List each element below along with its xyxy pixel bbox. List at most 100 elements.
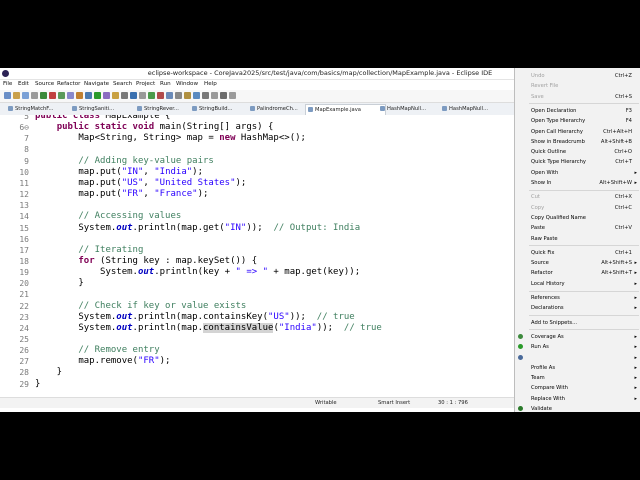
menu-item-local-history[interactable]: Local History ▸ <box>515 279 640 289</box>
menu-item-open-type-hierarchy[interactable]: Open Type Hierarchy F4 <box>515 116 640 126</box>
menu-window[interactable]: Window <box>176 81 198 87</box>
menu-source[interactable]: Source <box>35 81 54 87</box>
toolbar-icon[interactable] <box>13 92 20 99</box>
menu-item-add-to-snippets[interactable]: Add to Snippets... <box>515 318 640 328</box>
menu-item-shortcut: Alt+Shift+B <box>600 138 632 145</box>
code-line: 26 // Remove entry <box>0 345 514 356</box>
menu-item-paste[interactable]: Paste Ctrl+V <box>515 223 640 233</box>
menu-project[interactable]: Project <box>136 81 155 87</box>
menu-item-replace-with[interactable]: Replace With ▸ <box>515 394 640 404</box>
toolbar-icon[interactable] <box>22 92 29 99</box>
toolbar-icon[interactable] <box>202 92 209 99</box>
menu-item-shortcut: F3 <box>625 107 632 114</box>
menu-item-revert-file[interactable]: Revert File <box>515 81 640 91</box>
menu-item-raw-paste[interactable]: Raw Paste <box>515 234 640 244</box>
toolbar-icon[interactable] <box>40 92 47 99</box>
menu-item-show-in[interactable]: Show In Alt+Shift+W ▸ <box>515 178 640 188</box>
toolbar-icon[interactable] <box>76 92 83 99</box>
toolbar-icon[interactable] <box>229 92 236 99</box>
code-line: 11 map.put("US", "United States"); <box>0 178 514 189</box>
menu-item-copy[interactable]: Copy Ctrl+C <box>515 203 640 213</box>
editor-tab[interactable]: MapExample.java <box>305 104 386 115</box>
code-line: 6⊖ public static void main(String[] args… <box>0 122 514 133</box>
editor-tab[interactable]: PalindromeCh... <box>248 104 312 114</box>
toolbar-icon[interactable] <box>4 92 11 99</box>
menu-item-compare-with[interactable]: Compare With ▸ <box>515 383 640 393</box>
menu-item-open-with[interactable]: Open With ▸ <box>515 168 640 178</box>
line-number: 10 <box>19 167 29 177</box>
toolbar-icon[interactable] <box>112 92 119 99</box>
toolbar-icon[interactable] <box>211 92 218 99</box>
menu-item-save[interactable]: Save Ctrl+S <box>515 92 640 102</box>
code-line: 14 // Accessing values <box>0 211 514 222</box>
toolbar-icon[interactable] <box>121 92 128 99</box>
toolbar-icon[interactable] <box>31 92 38 99</box>
editor-tab[interactable]: HashMapNull... <box>378 104 447 114</box>
menu-item-quick-fix[interactable]: Quick Fix Ctrl+1 <box>515 248 640 258</box>
editor-tab[interactable]: HashMapNull... <box>440 104 509 114</box>
toolbar-icon[interactable] <box>130 92 137 99</box>
code-editor[interactable]: 5 public class MapExample {6⊖ public stat… <box>0 115 514 395</box>
toolbar-icon[interactable] <box>166 92 173 99</box>
menu-navigate[interactable]: Navigate <box>84 81 109 87</box>
toolbar-icon[interactable] <box>67 92 74 99</box>
toolbar-icon[interactable] <box>94 92 101 99</box>
menu-refactor[interactable]: Refactor <box>57 81 80 87</box>
code-text: } <box>35 278 84 289</box>
menu-item-references[interactable]: References ▸ <box>515 293 640 303</box>
submenu-arrow-icon: ▸ <box>634 354 637 361</box>
menu-run[interactable]: Run <box>160 81 171 87</box>
menu-item-cut[interactable]: Cut Ctrl+X <box>515 192 640 202</box>
toolbar-icon[interactable] <box>220 92 227 99</box>
line-number: 19 <box>19 268 29 278</box>
menu-item-coverage-as[interactable]: Coverage As ▸ <box>515 332 640 342</box>
menu-item-label: Quick Fix <box>531 249 555 256</box>
menu-separator <box>529 329 639 331</box>
menu-item-refactor[interactable]: Refactor Alt+Shift+T ▸ <box>515 268 640 278</box>
toolbar-icon[interactable] <box>139 92 146 99</box>
toolbar-icon[interactable] <box>175 92 182 99</box>
menu-item-shortcut: Ctrl+S <box>615 93 632 100</box>
menu-item-run-as[interactable]: Run As ▸ <box>515 342 640 352</box>
menu-item-label: Open Call Hierarchy <box>531 128 583 135</box>
submenu-arrow-icon: ▸ <box>634 375 637 382</box>
menu-file[interactable]: File <box>3 81 12 87</box>
editor-tab[interactable]: StringBuild... <box>190 104 254 114</box>
menu-item-declarations[interactable]: Declarations ▸ <box>515 303 640 313</box>
toolbar-icon[interactable] <box>58 92 65 99</box>
menu-item-team[interactable]: Team ▸ <box>515 373 640 383</box>
menu-item-label: Profile As <box>531 364 556 371</box>
menu-item-quick-outline[interactable]: Quick Outline Ctrl+O <box>515 147 640 157</box>
menu-item-copy-qualified-name[interactable]: Copy Qualified Name <box>515 213 640 223</box>
toolbar-icon[interactable] <box>103 92 110 99</box>
code-text: // Remove entry <box>78 345 160 356</box>
menu-item-source[interactable]: Source Alt+Shift+S ▸ <box>515 258 640 268</box>
toolbar-icon[interactable] <box>193 92 200 99</box>
line-number: 28 <box>19 368 29 378</box>
submenu-arrow-icon: ▸ <box>634 385 637 392</box>
menu-item-show-in-breadcrumb[interactable]: Show in Breadcrumb Alt+Shift+B <box>515 137 640 147</box>
menu-search[interactable]: Search <box>113 81 132 87</box>
code-line: 23 System.out.println(map.containsKey("U… <box>0 312 514 323</box>
toolbar-icon[interactable] <box>49 92 56 99</box>
editor-tab[interactable]: StringRever... <box>135 104 196 114</box>
editor-tab[interactable]: StringMatchF... <box>6 104 77 114</box>
menu-item-debug-as[interactable]: ▸ <box>515 353 640 363</box>
menu-item-profile-as[interactable]: Profile As ▸ <box>515 363 640 373</box>
menu-item-validate[interactable]: Validate <box>515 404 640 412</box>
menu-edit[interactable]: Edit <box>18 81 29 87</box>
toolbar-icon[interactable] <box>148 92 155 99</box>
menu-item-open-call-hierarchy[interactable]: Open Call Hierarchy Ctrl+Alt+H <box>515 127 640 137</box>
menu-item-quick-type-hierarchy[interactable]: Quick Type Hierarchy Ctrl+T <box>515 157 640 167</box>
menu-help[interactable]: Help <box>204 81 217 87</box>
editor-tab[interactable]: StringSaniti... <box>70 104 141 114</box>
context-menu: Undo Ctrl+Z Revert File Save Ctrl+S Open Decl… <box>514 68 640 412</box>
toolbar-icon[interactable] <box>85 92 92 99</box>
menu-item-shortcut: Ctrl+T <box>615 159 632 166</box>
submenu-arrow-icon: ▸ <box>634 395 637 402</box>
code-text: for (String key : map.keySet()) { <box>78 255 258 266</box>
menu-item-open-declaration[interactable]: Open Declaration F3 <box>515 106 640 116</box>
toolbar-icon[interactable] <box>157 92 164 99</box>
menu-item-undo[interactable]: Undo Ctrl+Z <box>515 71 640 81</box>
toolbar-icon[interactable] <box>184 92 191 99</box>
